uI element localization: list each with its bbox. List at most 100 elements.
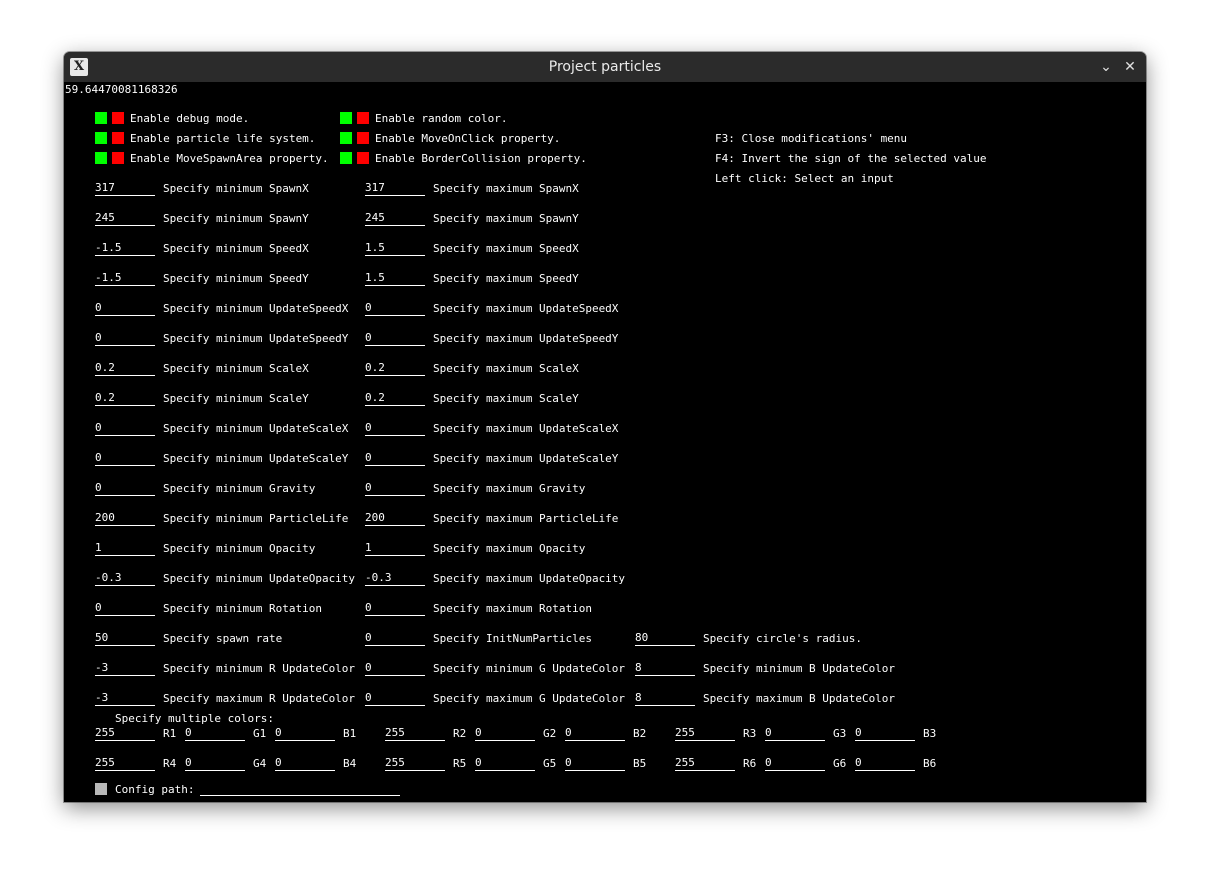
max-value-input[interactable]: 0.2 <box>365 362 425 376</box>
color-g-input[interactable]: 0 <box>475 757 535 771</box>
toggle-off-button[interactable] <box>357 112 369 124</box>
min-value-input[interactable]: 0 <box>95 302 155 316</box>
max-b-updatecolor-input[interactable]: 8 <box>635 692 695 706</box>
color-b-input[interactable]: 0 <box>855 727 915 741</box>
color-r-input[interactable]: 255 <box>95 757 155 771</box>
input-label: Specify maximum SpeedY <box>433 272 579 285</box>
min-g-updatecolor-input[interactable]: 0 <box>365 662 425 676</box>
color-g-input[interactable]: 0 <box>185 727 245 741</box>
min-value-input[interactable]: 0 <box>95 602 155 616</box>
max-value-input[interactable]: 1.5 <box>365 272 425 286</box>
max-value-input[interactable]: -0.3 <box>365 572 425 586</box>
color-b-input[interactable]: 0 <box>565 757 625 771</box>
toggle-on-button[interactable] <box>340 112 352 124</box>
max-value-input[interactable]: 245 <box>365 212 425 226</box>
min-value-input[interactable]: -1.5 <box>95 242 155 256</box>
input-label: Specify maximum SpawnX <box>433 182 579 195</box>
color-b-input[interactable]: 0 <box>565 727 625 741</box>
min-value-input[interactable]: 0.2 <box>95 392 155 406</box>
color-g-input[interactable]: 0 <box>475 727 535 741</box>
max-value-input[interactable]: 0.2 <box>365 392 425 406</box>
toggle-on-button[interactable] <box>95 132 107 144</box>
max-g-updatecolor-input[interactable]: 0 <box>365 692 425 706</box>
toggle-on-button[interactable] <box>95 152 107 164</box>
color-r-input[interactable]: 255 <box>675 757 735 771</box>
min-b-updatecolor-input[interactable]: 8 <box>635 662 695 676</box>
color-channel-label: B5 <box>633 757 647 770</box>
min-value-input[interactable]: 245 <box>95 212 155 226</box>
color-b-input[interactable]: 0 <box>275 757 335 771</box>
init-num-particles-input[interactable]: 0 <box>365 632 425 646</box>
color-g-input[interactable]: 0 <box>765 727 825 741</box>
toggle-off-button[interactable] <box>112 152 124 164</box>
help-line: Left click: Select an input <box>715 172 894 185</box>
input-label: Specify maximum UpdateSpeedY <box>433 332 619 345</box>
max-value-input[interactable]: 200 <box>365 512 425 526</box>
toggle-off-button[interactable] <box>357 152 369 164</box>
max-value-input[interactable]: 0 <box>365 602 425 616</box>
max-value-input[interactable]: 0 <box>365 452 425 466</box>
min-value-input[interactable]: 317 <box>95 182 155 196</box>
color-g-input[interactable]: 0 <box>185 757 245 771</box>
min-r-updatecolor-input[interactable]: -3 <box>95 662 155 676</box>
input-label: Specify minimum ScaleY <box>163 392 309 405</box>
toggle-label: Enable MoveSpawnArea property. <box>130 152 329 165</box>
color-r-input[interactable]: 255 <box>385 757 445 771</box>
input-label: Specify minimum ScaleX <box>163 362 309 375</box>
max-value-input[interactable]: 0 <box>365 302 425 316</box>
max-r-updatecolor-input[interactable]: -3 <box>95 692 155 706</box>
config-path-input[interactable] <box>200 782 400 796</box>
input-label: Specify maximum UpdateScaleY <box>433 452 619 465</box>
input-label: Specify minimum ParticleLife <box>163 512 349 525</box>
max-value-input[interactable]: 1 <box>365 542 425 556</box>
toggle-off-button[interactable] <box>112 112 124 124</box>
toggle-off-button[interactable] <box>357 132 369 144</box>
input-label: Specify maximum Gravity <box>433 482 586 495</box>
color-channel-label: B6 <box>923 757 937 770</box>
toggle-on-button[interactable] <box>340 132 352 144</box>
max-value-input[interactable]: 0 <box>365 332 425 346</box>
color-channel-label: R6 <box>743 757 757 770</box>
input-label: Specify maximum UpdateOpacity <box>433 572 626 585</box>
min-value-input[interactable]: 0.2 <box>95 362 155 376</box>
color-b-input[interactable]: 0 <box>855 757 915 771</box>
color-r-input[interactable]: 255 <box>385 727 445 741</box>
min-value-input[interactable]: 0 <box>95 452 155 466</box>
input-label: Specify maximum UpdateSpeedX <box>433 302 619 315</box>
input-label: Specify maximum SpeedX <box>433 242 579 255</box>
toggle-label: Enable particle life system. <box>130 132 316 145</box>
max-value-input[interactable]: 1.5 <box>365 242 425 256</box>
min-value-input[interactable]: 0 <box>95 422 155 436</box>
input-label: Specify minimum SpeedY <box>163 272 309 285</box>
toggle-label: Enable BorderCollision property. <box>375 152 587 165</box>
minimize-button[interactable]: ⌄ <box>1096 57 1116 77</box>
close-button[interactable]: ✕ <box>1120 57 1140 77</box>
circle-radius-input[interactable]: 80 <box>635 632 695 646</box>
min-value-input[interactable]: 200 <box>95 512 155 526</box>
chevron-down-icon: ⌄ <box>1100 59 1112 75</box>
input-label: Specify minimum G UpdateColor <box>433 662 626 675</box>
toggle-off-button[interactable] <box>112 132 124 144</box>
toggle-on-button[interactable] <box>340 152 352 164</box>
color-g-input[interactable]: 0 <box>765 757 825 771</box>
min-value-input[interactable]: 0 <box>95 332 155 346</box>
color-r-input[interactable]: 255 <box>675 727 735 741</box>
min-value-input[interactable]: 1 <box>95 542 155 556</box>
input-label: Specify minimum Opacity <box>163 542 316 555</box>
max-value-input[interactable]: 0 <box>365 422 425 436</box>
input-label: Specify maximum B UpdateColor <box>703 692 896 705</box>
min-value-input[interactable]: 0 <box>95 482 155 496</box>
config-path-button[interactable] <box>95 783 107 795</box>
max-value-input[interactable]: 317 <box>365 182 425 196</box>
title-bar[interactable]: X Project particles ⌄ ✕ <box>64 52 1146 82</box>
min-value-input[interactable]: -1.5 <box>95 272 155 286</box>
color-b-input[interactable]: 0 <box>275 727 335 741</box>
color-channel-label: G4 <box>253 757 267 770</box>
max-value-input[interactable]: 0 <box>365 482 425 496</box>
color-r-input[interactable]: 255 <box>95 727 155 741</box>
input-label: Specify minimum SpeedX <box>163 242 309 255</box>
toggle-on-button[interactable] <box>95 112 107 124</box>
min-value-input[interactable]: -0.3 <box>95 572 155 586</box>
toggle-label: Enable MoveOnClick property. <box>375 132 561 145</box>
spawn-rate-input[interactable]: 50 <box>95 632 155 646</box>
